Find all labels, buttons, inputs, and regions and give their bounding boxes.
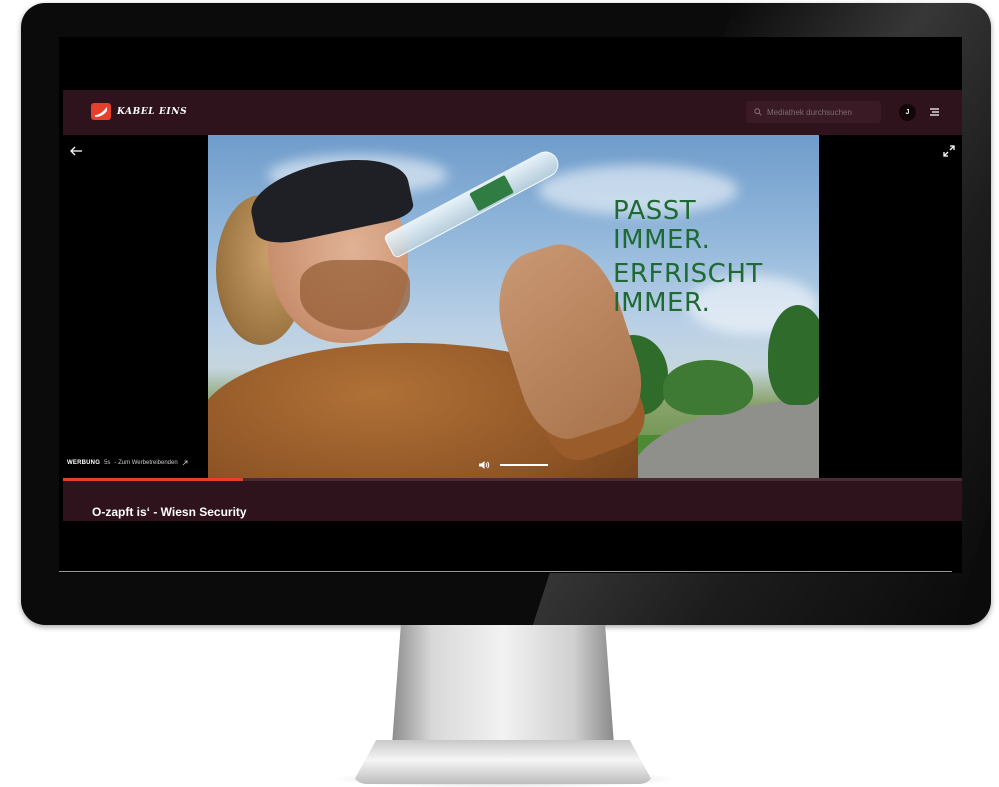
arrow-left-icon[interactable] [69,144,83,158]
search-input[interactable] [767,107,877,117]
slogan-line: PASST [613,196,697,226]
volume-slider[interactable] [500,464,548,466]
monitor-bezel: KABEL EINS J [21,3,991,625]
person-beard [300,260,410,330]
logo-mark-icon [91,103,111,120]
kabel-eins-logo[interactable]: KABEL EINS [91,103,187,120]
advertiser-link[interactable]: - Zum Werbetreibenden [114,460,177,466]
ad-label: WERBUNG [67,460,101,466]
tree [768,305,819,405]
slogan-line: ERFRISCHT [613,259,763,289]
slogan-line: IMMER. [613,225,711,255]
search-box[interactable] [746,101,881,123]
show-title: O-zapft is‘ - Wiesn Security [92,505,247,519]
search-icon [754,108,762,116]
bottle-label [469,174,514,212]
monitor-stand-neck [392,625,614,745]
expand-icon[interactable] [942,144,956,158]
tree [663,360,753,415]
divider [59,571,952,572]
browser-screen: KABEL EINS J [59,37,962,573]
volume-icon[interactable] [478,460,490,470]
logo-text: KABEL EINS [117,106,188,117]
user-avatar[interactable]: J [899,104,916,121]
site-header: KABEL EINS J [63,90,962,135]
show-info-bar: O-zapft is‘ - Wiesn Security [63,481,962,521]
ad-slogan: PASST IMMER. ERFRISCHT IMMER. [613,197,763,318]
menu-icon[interactable] [927,105,941,119]
slogan-line: IMMER. [613,288,711,318]
external-link-icon [182,460,188,466]
ad-countdown: 5s [104,460,111,466]
ad-overlay: WERBUNG 5s - Zum Werbetreibenden [67,460,188,466]
monitor-stand-base [352,740,654,784]
video-player[interactable]: PASST IMMER. ERFRISCHT IMMER. [208,135,819,478]
